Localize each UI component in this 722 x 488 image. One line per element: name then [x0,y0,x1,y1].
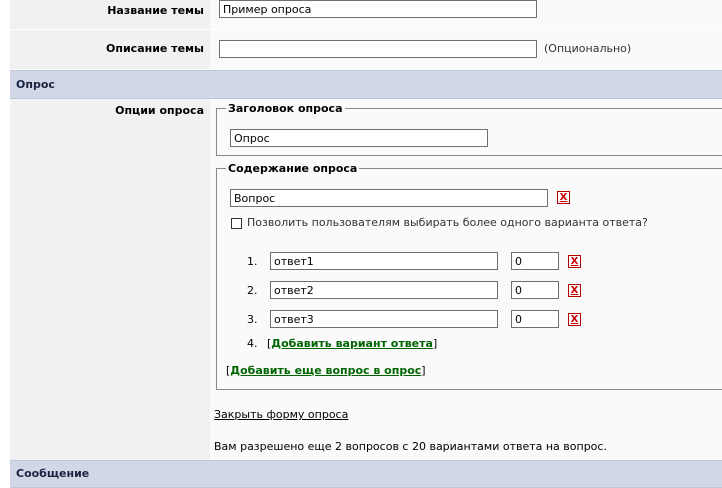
answer-votes-input[interactable] [511,310,559,328]
answer-votes-input[interactable] [511,252,559,270]
poll-content-legend: Содержание опроса [228,162,358,175]
message-section-header: Сообщение [10,460,722,488]
poll-section-title: Опрос [16,78,55,91]
poll-options-field-cell: Заголовок опроса Содержание опроса X Поз… [210,99,722,460]
answer-input[interactable] [270,281,498,299]
poll-options-label: Опции опроса [115,104,204,117]
poll-options-label-cell: Опции опроса [10,99,210,460]
poll-title-legend: Заголовок опроса [228,102,343,115]
poll-limits-text: Вам разрешено еще 2 вопросов с 20 вариан… [214,440,607,453]
answer-number: 2. [247,284,258,297]
left-margin [0,0,10,487]
add-answer-wrapper: [Добавить вариант ответа] [267,337,438,350]
poll-title-input[interactable] [230,129,488,147]
topic-desc-input[interactable] [219,40,537,58]
multi-choice-checkbox[interactable] [231,218,242,229]
message-section-title: Сообщение [16,467,90,480]
delete-answer-icon[interactable]: X [568,313,581,326]
answer-number: 3. [247,313,258,326]
question-input[interactable] [230,189,548,207]
topic-title-input[interactable] [219,0,537,18]
answer-input[interactable] [270,310,498,328]
answer-votes-input[interactable] [511,281,559,299]
poll-section-header: Опрос [10,70,722,99]
topic-desc-label-cell: Описание темы [10,30,210,69]
add-question-wrapper: [Добавить еще вопрос в опрос] [226,364,426,377]
close-poll-form-link[interactable]: Закрыть форму опроса [214,408,348,421]
multi-choice-label: Позволить пользователям выбирать более о… [247,216,648,229]
answer-input[interactable] [270,252,498,270]
topic-title-label-cell: Название темы [10,0,210,29]
topic-desc-field-cell: (Опционально) [210,30,722,69]
topic-desc-label: Описание темы [106,42,204,55]
answer-number: 1. [247,255,258,268]
answer-number: 4. [247,337,258,350]
topic-title-label: Название темы [107,4,204,17]
optional-hint: (Опционально) [544,42,632,55]
add-answer-link[interactable]: Добавить вариант ответа [271,337,433,350]
add-question-link[interactable]: Добавить еще вопрос в опрос [230,364,421,377]
topic-title-field-cell [210,0,722,29]
delete-question-icon[interactable]: X [557,191,570,204]
delete-answer-icon[interactable]: X [568,284,581,297]
delete-answer-icon[interactable]: X [568,255,581,268]
